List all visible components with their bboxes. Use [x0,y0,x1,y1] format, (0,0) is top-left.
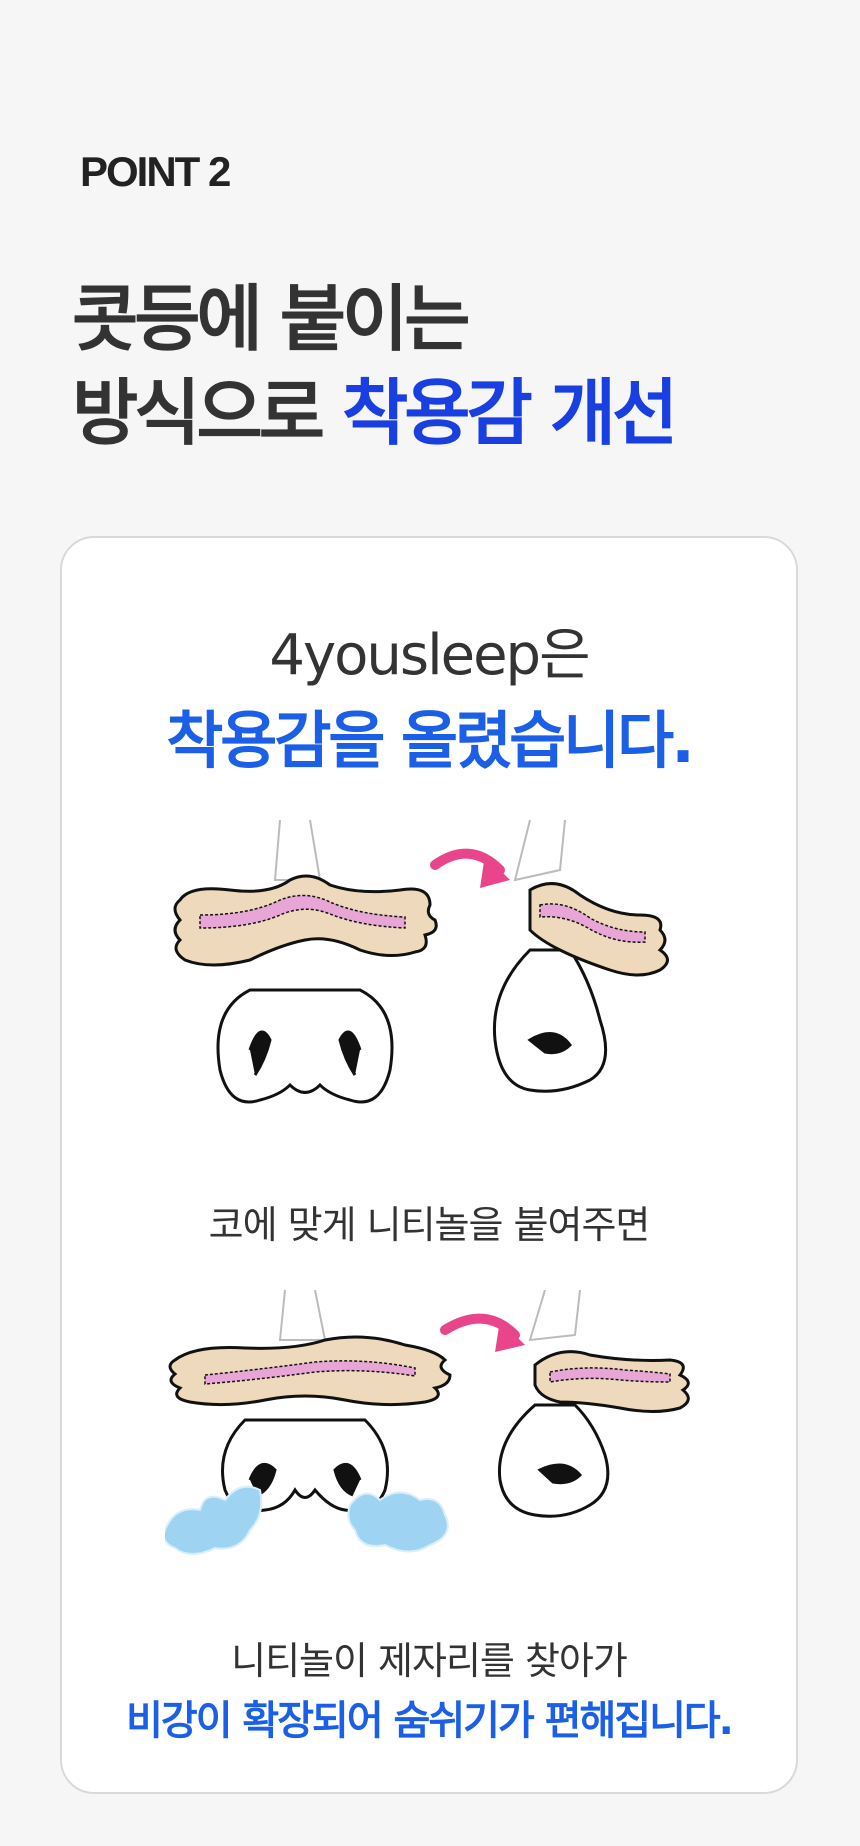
strip-front-icon [168,1335,452,1407]
caption-result-line1: 니티놀이 제자리를 찾아가 [231,1639,628,1683]
card-title-line2: 착용감을 올렸습니다. [166,704,695,777]
arrow-icon [430,848,510,888]
caption-apply: 코에 맞게 니티놀을 붙여주면 [208,1203,651,1247]
nose-strip-illustration-applying [173,820,669,1104]
strip-side-icon [533,1350,690,1413]
strip-front-icon [173,874,438,967]
headline-line1: 콧등에 붙이는 [72,277,471,361]
caption-result-line2: 비강이 확장되어 숨쉬기가 편해집니다. [126,1698,734,1744]
headline: 콧등에 붙이는 방식으로 착용감 개선 [72,272,678,460]
nose-strip-illustration-breathing [165,1290,690,1555]
headline-line2: 방식으로 착용감 개선 [72,366,678,460]
headline-line2-prefix: 방식으로 [72,371,343,455]
point-label: POINT 2 [80,148,231,195]
headline-accent: 착용감 개선 [342,371,678,455]
arrow-icon [440,1313,525,1352]
card-title-line1: 4yousleep은 [269,623,590,688]
